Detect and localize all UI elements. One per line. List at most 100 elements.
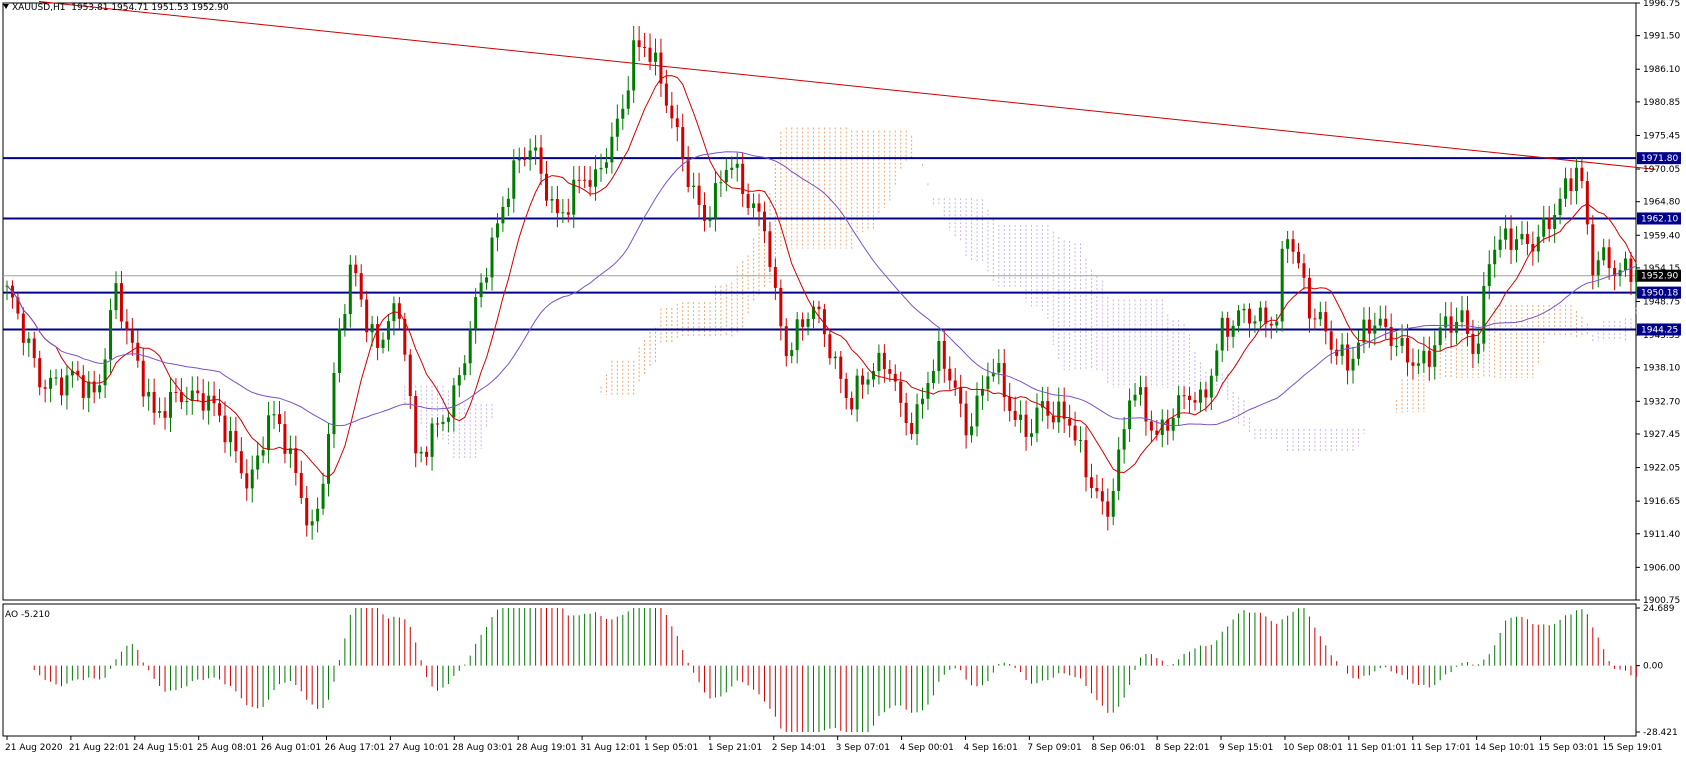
candle-body: [1128, 400, 1132, 430]
candle-body: [490, 237, 494, 278]
chart-svg[interactable]: 1996.75 1991.50 1986.10 1980.85 1975.45 1970.…: [0, 0, 1686, 763]
candle-body: [528, 150, 532, 160]
candle-body: [534, 147, 538, 151]
candle-body: [1569, 178, 1573, 192]
candle-body: [1117, 449, 1121, 492]
candle-body: [1079, 440, 1083, 442]
candle-body: [250, 469, 254, 489]
candle-body: [430, 423, 434, 457]
candle-body: [1057, 401, 1061, 423]
candle-body: [1329, 331, 1333, 350]
candle-body: [343, 314, 347, 329]
candle-body: [1515, 239, 1519, 250]
candle-body: [1574, 167, 1578, 192]
candle-body: [1433, 345, 1437, 367]
candle-body: [621, 108, 625, 119]
candle-body: [517, 159, 521, 161]
candle-body: [425, 451, 429, 457]
candle-body: [32, 338, 36, 359]
candle-body: [1553, 214, 1557, 229]
candle-body: [381, 339, 385, 348]
candle-body: [882, 352, 886, 370]
candle-body: [1395, 345, 1399, 347]
candle-body: [637, 40, 641, 48]
time-tick-label: 31 Aug 12:01: [580, 743, 641, 753]
price-tick-label: 1991.50: [1643, 32, 1680, 42]
time-tick-label: 3 Sep 07:01: [836, 743, 890, 753]
price-tick-label: 1916.65: [1643, 497, 1680, 507]
candle-body: [1291, 239, 1295, 252]
candle-body: [626, 90, 630, 109]
candle-body: [997, 363, 1001, 373]
candle-body: [479, 282, 483, 298]
candle-body: [163, 411, 167, 418]
candle-body: [1520, 233, 1524, 240]
candle-body: [98, 385, 102, 393]
chart-header: XAUUSD,H1 1953.81 1954.71 1951.53 1952.9…: [3, 3, 229, 13]
candle-body: [1182, 395, 1186, 397]
candle-body: [1220, 317, 1224, 351]
candle-body: [125, 321, 129, 331]
candle-body: [223, 415, 227, 443]
candle-body: [904, 402, 908, 423]
candle-body: [1084, 440, 1088, 478]
candle-body: [1384, 318, 1388, 327]
candle-body: [114, 283, 118, 311]
time-tick-label: 7 Sep 09:01: [1027, 743, 1081, 753]
candle-body: [1444, 316, 1448, 328]
candle-body: [397, 303, 401, 319]
candle-body: [681, 127, 685, 160]
time-tick-label: 10 Sep 08:01: [1283, 743, 1343, 753]
candle-body: [87, 381, 91, 398]
candle-body: [365, 299, 369, 333]
candle-body: [119, 283, 123, 322]
time-tick-label: 2 Sep 14:01: [772, 743, 826, 753]
candle-body: [54, 377, 58, 379]
candle-body: [49, 377, 53, 389]
candle-body: [1253, 321, 1257, 324]
candle-body: [1237, 310, 1241, 326]
candle-body: [147, 391, 151, 397]
candle-body: [1427, 350, 1431, 367]
candle-body: [986, 376, 990, 389]
price-tick-label: 1922.05: [1643, 464, 1680, 474]
candle-body: [1269, 323, 1273, 326]
candle-body: [773, 266, 777, 288]
candle-body: [1051, 415, 1055, 423]
candle-body: [921, 398, 925, 405]
price-tick-label: 1911.40: [1643, 530, 1680, 540]
candle-body: [1591, 224, 1595, 276]
candle-body: [1335, 349, 1339, 356]
candle-body: [653, 52, 657, 62]
candle-body: [1122, 429, 1126, 450]
candle-body: [550, 199, 554, 201]
dropdown-triangle-icon[interactable]: [3, 4, 9, 9]
candle-body: [1231, 325, 1235, 337]
candle-body: [277, 414, 281, 425]
candle-body: [910, 422, 914, 434]
candle-body: [1062, 401, 1066, 419]
candle-body: [1356, 342, 1360, 359]
candle-body: [414, 396, 418, 454]
candle-body: [1198, 389, 1202, 403]
candle-body: [272, 414, 276, 416]
candle-body: [354, 264, 358, 274]
candle-body: [1138, 387, 1142, 395]
candle-body: [321, 483, 325, 509]
candle-body: [59, 377, 63, 396]
candle-body: [1482, 285, 1486, 344]
candle-body: [1416, 363, 1420, 366]
candle-body: [1438, 327, 1442, 346]
candle-body: [768, 231, 772, 267]
candle-body: [1542, 217, 1546, 237]
candle-body: [975, 395, 979, 427]
candle-body: [1193, 400, 1197, 403]
candle-body: [1188, 395, 1192, 401]
candle-body: [708, 218, 712, 221]
candle-body: [1509, 228, 1513, 250]
candle-body: [643, 47, 647, 49]
time-tick-label: 11 Sep 01:01: [1347, 743, 1407, 753]
candle-body: [893, 373, 897, 382]
chart-root[interactable]: 1996.75 1991.50 1986.10 1980.85 1975.45 1970.…: [0, 0, 1686, 763]
candle-body: [190, 390, 194, 401]
